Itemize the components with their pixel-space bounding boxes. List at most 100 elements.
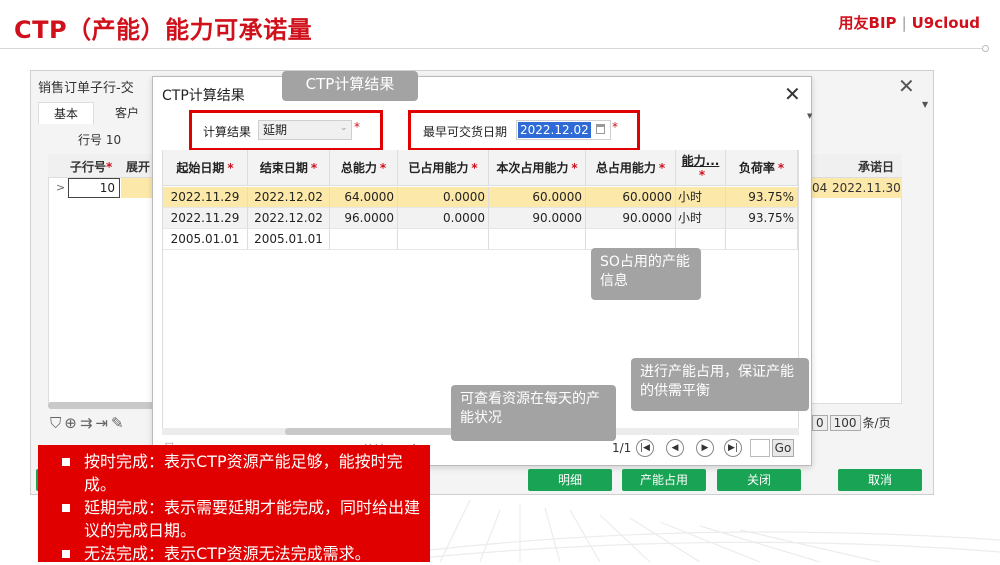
- next-page-icon[interactable]: ▶: [696, 439, 714, 457]
- column-header-subline-no: 子行号*: [70, 160, 113, 174]
- completion-status-note: 按时完成：表示CTP资源产能足够，能按时完成。 延期完成：表示需要延期才能完成，…: [38, 445, 430, 563]
- required-marker: *: [471, 160, 478, 175]
- required-marker: *: [310, 160, 318, 175]
- table-cell-occupied-capacity: 0.0000: [398, 208, 489, 229]
- grid-cell-partial: 04: [812, 181, 828, 195]
- insert-row-icon[interactable]: ⇉: [80, 414, 96, 432]
- column-header-label: 总占用能力: [595, 161, 656, 175]
- close-button[interactable]: 关闭: [717, 469, 801, 491]
- dialog-close-icon[interactable]: ✕: [784, 82, 801, 106]
- grid-toolbar: ⛉⊕⇉⇥✎: [50, 414, 127, 432]
- brand-bip: 用友BIP: [838, 14, 897, 32]
- required-marker: *: [227, 160, 234, 175]
- column-header-label: 总能力: [340, 161, 377, 175]
- table-cell-total-capacity: [330, 229, 398, 250]
- grid-cell-promise-date: 2022.11.30: [832, 181, 901, 195]
- required-marker: *: [379, 160, 387, 175]
- note-on-time: 按时完成：表示CTP资源产能足够，能按时完成。: [60, 450, 420, 496]
- edit-icon[interactable]: ✎: [111, 414, 127, 432]
- dialog-scroll-arrow-icon[interactable]: ▼: [807, 112, 812, 120]
- detail-button[interactable]: 明细: [528, 469, 612, 491]
- table-cell-total-occupy: 90.0000: [586, 208, 676, 229]
- column-header-start-date[interactable]: 起始日期 *: [163, 150, 248, 186]
- column-header-load-rate[interactable]: 负荷率 *: [726, 150, 798, 186]
- scroll-down-arrow-icon[interactable]: ▼: [922, 100, 928, 109]
- add-icon[interactable]: ⊕: [64, 414, 80, 432]
- table-cell-total-capacity: 64.0000: [330, 187, 398, 208]
- tab-basic[interactable]: 基本: [38, 102, 94, 124]
- column-header-label: 本次占用能力: [496, 161, 569, 175]
- filter-icon[interactable]: ⛉: [50, 414, 64, 432]
- table-cell-start-date: 2005.01.01: [163, 229, 248, 250]
- table-cell-occupied-capacity: 0.0000: [398, 187, 489, 208]
- window-close-icon[interactable]: ✕: [898, 74, 915, 98]
- slide-title: CTP（产能）能力可承诺量: [14, 16, 313, 44]
- first-page-icon[interactable]: |◀: [636, 439, 654, 457]
- table-cell-start-date: 2022.11.29: [163, 187, 248, 208]
- table-cell-total-occupy: 60.0000: [586, 187, 676, 208]
- capacity-occupy-button[interactable]: 产能占用: [622, 469, 706, 491]
- column-header-expand: 展开: [126, 160, 151, 174]
- callout-ctp-result: CTP计算结果: [282, 71, 418, 101]
- table-row[interactable]: 2022.11.29 2022.12.02 96.0000 0.0000 90.0000…: [163, 208, 798, 229]
- sales-order-subline-title: 销售订单子行-交: [38, 81, 134, 96]
- table-cell-end-date: 2022.12.02: [248, 208, 330, 229]
- cancel-button[interactable]: 取消: [838, 469, 922, 491]
- row-expand-arrow-icon[interactable]: >: [56, 181, 65, 194]
- callout-resource-status: 可查看资源在每天的产能状况: [451, 385, 616, 441]
- prev-page-icon[interactable]: ◀: [666, 439, 684, 457]
- column-header-occupied-capacity[interactable]: 已占用能力 *: [398, 150, 489, 186]
- column-header-label: 能力...: [681, 153, 720, 168]
- table-cell-occupied-capacity: [398, 229, 489, 250]
- table-cell-capacity-unit: 小时: [676, 208, 726, 229]
- callout-so-capacity: SO占用的产能信息: [591, 248, 701, 300]
- table-cell-end-date: 2005.01.01: [248, 229, 330, 250]
- table-cell-current-occupy: 90.0000: [489, 208, 586, 229]
- table-cell-load-rate: [726, 229, 798, 250]
- callout-capacity-occupy: 进行产能占用，保证产能的供需平衡: [631, 358, 809, 411]
- table-cell-current-occupy: [489, 229, 586, 250]
- table-cell-total-capacity: 96.0000: [330, 208, 398, 229]
- required-marker: *: [777, 160, 785, 175]
- column-header-label: 负荷率: [738, 161, 775, 175]
- brand-u9cloud: U9cloud: [911, 14, 980, 32]
- table-cell-total-occupy: [586, 229, 676, 250]
- page-size-option-partial[interactable]: 0: [812, 415, 828, 431]
- page-size-option-100[interactable]: 100: [829, 415, 861, 431]
- page-size-selector: 0 100 条/页: [812, 414, 891, 431]
- page-indicator: 1/1: [612, 441, 632, 455]
- column-header-label: 起始日期: [176, 161, 225, 175]
- column-header-label: 结束日期: [259, 161, 308, 175]
- tab-customer[interactable]: 客户: [102, 102, 152, 124]
- header-divider: [0, 48, 988, 49]
- highlight-box-earliest-date: [408, 110, 640, 151]
- horizontal-scrollbar[interactable]: [48, 402, 158, 409]
- column-header-promise-date: 承诺日: [858, 160, 895, 174]
- table-cell-capacity-unit: [676, 229, 726, 250]
- table-cell-start-date: 2022.11.29: [163, 208, 248, 229]
- row-number-label: 行号 10: [78, 133, 122, 147]
- table-cell-end-date: 2022.12.02: [248, 187, 330, 208]
- table-row[interactable]: 2022.11.29 2022.12.02 64.0000 0.0000 60.0000…: [163, 187, 798, 208]
- table-cell-capacity-unit: 小时: [676, 187, 726, 208]
- table-cell-load-rate: 93.75%: [726, 208, 798, 229]
- required-marker: *: [698, 167, 706, 182]
- table-row[interactable]: 2005.01.01 2005.01.01: [163, 229, 798, 250]
- required-marker: *: [571, 160, 578, 175]
- column-header-total-capacity[interactable]: 总能力 *: [330, 150, 398, 186]
- last-page-icon[interactable]: ▶|: [724, 439, 742, 457]
- table-cell-current-occupy: 60.0000: [489, 187, 586, 208]
- column-header-label: 已占用能力: [408, 161, 469, 175]
- note-delayed: 延期完成：表示需要延期才能完成，同时给出建议的完成日期。: [60, 496, 420, 542]
- go-button[interactable]: Go: [772, 439, 794, 457]
- column-header-end-date[interactable]: 结束日期 *: [248, 150, 330, 186]
- subline-no-input[interactable]: 10: [68, 178, 120, 198]
- column-header-current-occupy[interactable]: 本次占用能力 *: [489, 150, 586, 186]
- page-number-input[interactable]: [750, 439, 770, 457]
- required-marker: *: [658, 160, 666, 175]
- column-header-capacity-unit[interactable]: 能力... *: [676, 150, 726, 186]
- column-header-total-occupy[interactable]: 总占用能力 *: [586, 150, 676, 186]
- brand-logo: 用友BIP | U9cloud: [838, 14, 980, 32]
- delete-row-icon[interactable]: ⇥: [95, 414, 111, 432]
- table-cell-load-rate: 93.75%: [726, 187, 798, 208]
